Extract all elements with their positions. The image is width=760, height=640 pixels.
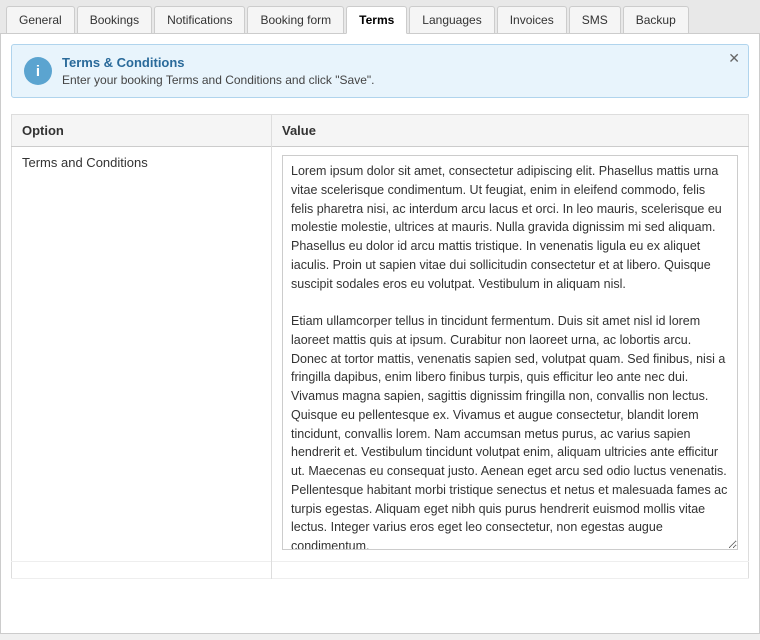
info-icon: i [24,57,52,85]
banner-close-button[interactable]: ✕ [728,51,740,65]
col-option-header: Option [12,115,272,147]
banner-description: Enter your booking Terms and Conditions … [62,73,374,87]
bottom-row [12,562,749,579]
info-banner: i Terms & Conditions Enter your booking … [11,44,749,98]
option-label: Terms and Conditions [12,147,272,562]
tab-general[interactable]: General [6,6,75,33]
options-table: Option Value Terms and Conditions Lorem … [11,114,749,579]
tab-booking-form[interactable]: Booking form [247,6,344,33]
bottom-left-cell [12,562,272,579]
bottom-right-cell [272,562,749,579]
tab-terms[interactable]: Terms [346,6,407,34]
col-value-header: Value [272,115,749,147]
table-row: Terms and Conditions Lorem ipsum dolor s… [12,147,749,562]
terms-textarea[interactable]: Lorem ipsum dolor sit amet, consectetur … [282,155,738,550]
tab-languages[interactable]: Languages [409,6,494,33]
option-value-cell: Lorem ipsum dolor sit amet, consectetur … [272,147,749,562]
tab-bookings[interactable]: Bookings [77,6,152,33]
content-area: i Terms & Conditions Enter your booking … [0,34,760,634]
info-text: Terms & Conditions Enter your booking Te… [62,55,374,87]
tabs-bar: General Bookings Notifications Booking f… [0,0,760,34]
table-header-row: Option Value [12,115,749,147]
tab-sms[interactable]: SMS [569,6,621,33]
banner-title: Terms & Conditions [62,55,374,70]
tab-notifications[interactable]: Notifications [154,6,245,33]
tab-invoices[interactable]: Invoices [497,6,567,33]
tab-backup[interactable]: Backup [623,6,689,33]
